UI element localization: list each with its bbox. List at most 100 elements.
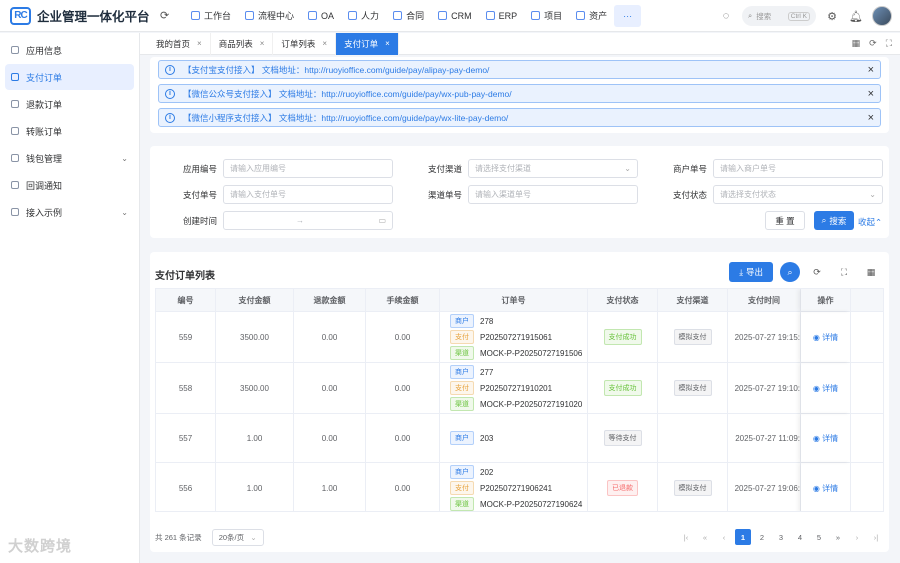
reset-button[interactable]: 重 置 bbox=[765, 211, 805, 230]
eye-icon: ◉ bbox=[812, 383, 823, 393]
search-icon: ⌕ bbox=[821, 215, 827, 225]
sidebar-item[interactable]: 回调通知 bbox=[5, 172, 134, 198]
page-button[interactable]: 5 bbox=[811, 529, 827, 545]
tab-0[interactable]: 我的首页 × bbox=[148, 32, 211, 55]
cell-fee: 0.00 bbox=[366, 363, 440, 413]
eye-icon: ◉ bbox=[812, 433, 823, 443]
channel-badge: 模拟支付 bbox=[673, 380, 712, 396]
topmenu-item[interactable]: CRM bbox=[431, 5, 479, 27]
tab-3[interactable]: 支付订单 × bbox=[336, 32, 399, 55]
cell-refund: 0.00 bbox=[294, 414, 366, 462]
detail-link[interactable]: ◉ 详情 bbox=[813, 383, 838, 394]
detail-link[interactable]: ◉ 详情 bbox=[813, 433, 838, 444]
tab-1[interactable]: 商品列表 × bbox=[211, 32, 274, 55]
order-line: 商户 202 bbox=[450, 464, 493, 480]
close-icon[interactable]: × bbox=[868, 64, 874, 76]
topmenu-item[interactable]: 项目 bbox=[524, 5, 569, 27]
first-page-bar-icon[interactable]: |‹ bbox=[678, 529, 694, 545]
more-menu-button[interactable]: ··· bbox=[614, 4, 642, 27]
refresh-icon[interactable]: ⟳ bbox=[807, 262, 827, 282]
cell-fee: 0.00 bbox=[366, 312, 440, 362]
chevron-down-icon: ⌄ bbox=[624, 164, 631, 173]
topmenu-label: 人力 bbox=[361, 11, 380, 21]
topmenu-item[interactable]: OA bbox=[301, 5, 341, 27]
prev-page-icon[interactable]: ‹ bbox=[716, 529, 732, 545]
column-settings-icon[interactable]: ▦ bbox=[861, 262, 881, 282]
wallet-icon bbox=[11, 154, 19, 162]
topmenu-item[interactable]: 流程中心 bbox=[238, 5, 301, 27]
settings-icon[interactable]: ⚙ bbox=[820, 4, 844, 28]
first-page-icon[interactable]: « bbox=[697, 529, 713, 545]
tab-label: 商品列表 bbox=[218, 38, 253, 49]
merchant-no-input[interactable]: 请输入商户单号 bbox=[713, 159, 883, 178]
created-range-picker[interactable]: → ▭ bbox=[223, 211, 393, 230]
search-input[interactable]: ⌕ 搜索 Ctrl K bbox=[742, 6, 816, 26]
topmenu-item[interactable]: 工作台 bbox=[184, 5, 238, 27]
sidebar-item[interactable]: 应用信息 bbox=[5, 37, 134, 63]
app-no-input[interactable]: 请输入应用编号 bbox=[223, 159, 393, 178]
pay-no-input[interactable]: 请输入支付单号 bbox=[223, 185, 393, 204]
cell-fee: 0.00 bbox=[366, 463, 440, 511]
download-icon: ⤓ bbox=[739, 266, 743, 277]
logo[interactable]: RC 企业管理一体化平台 bbox=[10, 6, 150, 25]
fullscreen-icon[interactable]: ⛶ bbox=[834, 262, 854, 282]
page-button[interactable]: 2 bbox=[754, 529, 770, 545]
sidebar-item[interactable]: 退款订单 bbox=[5, 91, 134, 117]
topmenu-item[interactable]: 人力 bbox=[341, 5, 386, 27]
cell-refund: 0.00 bbox=[294, 363, 366, 413]
search-form: 应用编号 请输入应用编号 支付渠道 请选择支付渠道 ⌄ 商户单号 请输入商户单号 … bbox=[150, 146, 889, 238]
channel-no-input[interactable]: 请输入渠道单号 bbox=[468, 185, 638, 204]
table-row: 558 3500.00 0.00 0.00 商户 277 支付 P20250727191020… bbox=[156, 363, 883, 414]
export-button[interactable]: ⤓ 导出 bbox=[729, 262, 773, 282]
channel-badge: 模拟支付 bbox=[673, 329, 712, 345]
detail-link[interactable]: ◉ 详情 bbox=[813, 483, 838, 494]
created-label: 创建时间 bbox=[182, 215, 217, 226]
sidebar-item[interactable]: 转账订单 bbox=[5, 118, 134, 144]
sidebar-item[interactable]: 支付订单 bbox=[5, 64, 134, 90]
close-icon[interactable]: × bbox=[385, 39, 390, 48]
cell-status: 等待支付 bbox=[588, 414, 658, 462]
topmenu-item[interactable]: 合同 bbox=[386, 5, 431, 27]
search-icon: ⌕ bbox=[748, 11, 753, 20]
close-icon[interactable]: × bbox=[868, 112, 874, 124]
cell-action: ◉ 详情 bbox=[801, 363, 851, 413]
channel-select[interactable]: 请选择支付渠道 ⌄ bbox=[468, 159, 638, 178]
sidebar-item-label: 钱包管理 bbox=[26, 153, 63, 164]
pay-no-placeholder: 请输入支付单号 bbox=[230, 190, 286, 199]
cell-channel: 模拟支付 bbox=[658, 363, 728, 413]
avatar[interactable] bbox=[872, 6, 892, 26]
bell-icon[interactable]: 🔔︎ bbox=[844, 4, 868, 28]
detail-link[interactable]: ◉ 详情 bbox=[813, 332, 838, 343]
page-button[interactable]: 1 bbox=[735, 529, 751, 545]
message-icon[interactable]: ◌ bbox=[714, 4, 738, 28]
top-bar: RC 企业管理一体化平台 ⟳ 工作台 流程中心 OA 人力 合同 CRM ERP 项目 资产 ··… bbox=[0, 0, 900, 32]
pay-no-label: 支付单号 bbox=[182, 189, 217, 200]
sidebar-item[interactable]: 钱包管理 ⌄ bbox=[5, 145, 134, 171]
search-button[interactable]: ⌕ 搜索 bbox=[814, 211, 854, 230]
column-header: 支付状态 bbox=[588, 289, 658, 311]
close-icon[interactable]: × bbox=[197, 39, 202, 48]
reload-icon[interactable]: ⟳ bbox=[869, 38, 877, 49]
sidebar-item[interactable]: 接入示例 ⌄ bbox=[5, 199, 134, 225]
status-select[interactable]: 请选择支付状态 ⌄ bbox=[713, 185, 883, 204]
fullscreen-icon[interactable]: ⛶ bbox=[886, 38, 892, 49]
more-pages-icon[interactable]: » bbox=[830, 529, 846, 545]
collapse-toggle[interactable]: 收起⌃ bbox=[858, 216, 882, 228]
close-icon[interactable]: × bbox=[260, 39, 265, 48]
order-value: MOCK-P-P20250727191020 bbox=[480, 399, 583, 409]
page-size-select[interactable]: 20条/页 ⌄ bbox=[211, 528, 264, 546]
search-toggle-icon[interactable]: ⌕ bbox=[780, 262, 800, 282]
topmenu-item[interactable]: 资产 bbox=[569, 5, 614, 27]
page-button[interactable]: 4 bbox=[792, 529, 808, 545]
range-separator: → bbox=[296, 216, 304, 225]
status-badge: 支付成功 bbox=[603, 380, 642, 396]
grid-icon[interactable]: ▦ bbox=[852, 38, 861, 49]
refresh-icon[interactable]: ⟳ bbox=[160, 9, 174, 22]
tab-2[interactable]: 订单列表 × bbox=[273, 32, 337, 55]
close-icon[interactable]: × bbox=[868, 88, 874, 100]
topmenu-item[interactable]: ERP bbox=[479, 5, 525, 27]
page-button[interactable]: 3 bbox=[773, 529, 789, 545]
last-page-icon[interactable]: ›| bbox=[868, 529, 884, 545]
next-page-icon[interactable]: › bbox=[849, 529, 865, 545]
close-icon[interactable]: × bbox=[322, 39, 327, 48]
